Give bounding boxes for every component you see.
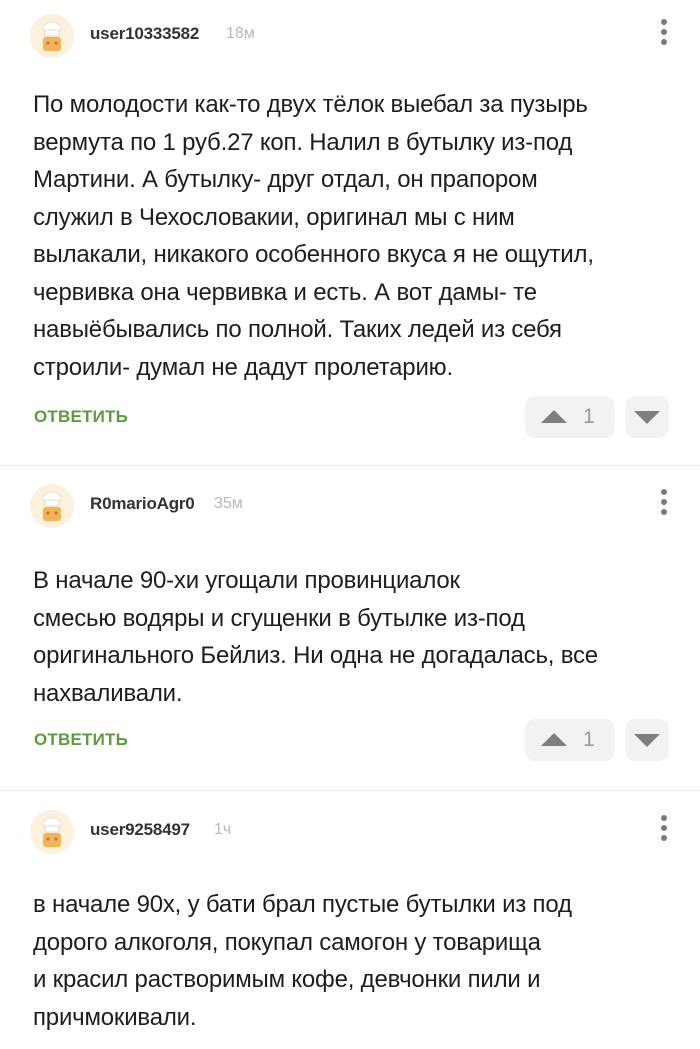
comment-text: По молодости как-то двух тёлок выебал за… — [33, 91, 594, 381]
upvote-button[interactable]: 1 — [525, 719, 615, 761]
comment-header: user10333582 18м — [30, 14, 680, 58]
avatar[interactable] — [30, 810, 74, 854]
upvote-button[interactable]: 1 — [525, 396, 615, 438]
comment-text: В начале 90-хи угощали провинциалок смес… — [33, 567, 598, 707]
username[interactable]: user10333582 — [90, 24, 199, 44]
rating-count: 1 — [583, 728, 595, 751]
username[interactable]: user9258497 — [90, 820, 190, 840]
chef-avatar-icon — [30, 484, 74, 528]
downvote-button[interactable] — [625, 719, 669, 761]
triangle-down-icon — [634, 734, 660, 747]
chef-avatar-icon — [30, 14, 74, 58]
username[interactable]: R0marioAgr0 — [90, 494, 195, 514]
more-vertical-icon[interactable] — [660, 19, 668, 49]
reply-button[interactable]: ОТВЕТИТЬ — [34, 730, 128, 750]
comment-header: user9258497 1ч — [30, 810, 680, 854]
avatar[interactable] — [30, 14, 74, 58]
comment-header: R0marioAgr0 35м — [30, 484, 680, 528]
more-vertical-icon[interactable] — [660, 815, 668, 845]
divider — [0, 465, 700, 466]
comment-time: 1ч — [214, 821, 232, 838]
avatar[interactable] — [30, 484, 74, 528]
comment-time: 18м — [226, 25, 255, 42]
triangle-down-icon — [634, 411, 660, 424]
chef-avatar-icon — [30, 810, 74, 854]
downvote-button[interactable] — [625, 396, 669, 438]
triangle-up-icon — [541, 733, 567, 746]
divider — [0, 790, 700, 791]
more-vertical-icon[interactable] — [660, 489, 668, 519]
rating-count: 1 — [583, 405, 595, 428]
reply-button[interactable]: ОТВЕТИТЬ — [34, 407, 128, 427]
comment-time: 35м — [214, 495, 243, 512]
triangle-up-icon — [541, 410, 567, 423]
comment-text: в начале 90х, у бати брал пустые бутылки… — [33, 891, 572, 1031]
